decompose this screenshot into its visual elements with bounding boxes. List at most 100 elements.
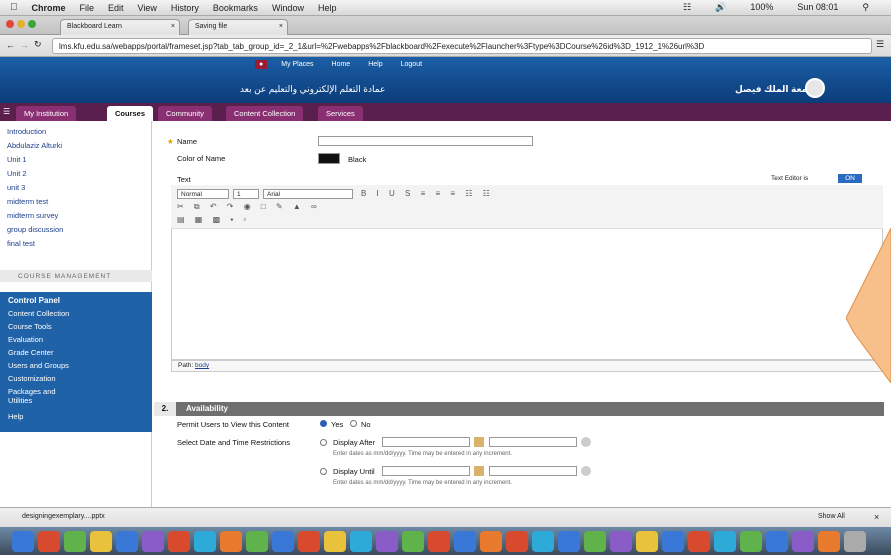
app-icon[interactable] [610,531,632,552]
cp-packages-utilities[interactable]: Packages and Utilities [8,387,78,405]
app-icon[interactable] [376,531,398,552]
course-item[interactable]: midterm survey [7,211,58,220]
download-file[interactable]: designingexemplary....pptx [22,513,105,520]
app-icon[interactable] [324,531,346,552]
logout-link[interactable]: Logout [397,60,426,69]
cp-content-collection[interactable]: Content Collection [8,309,69,318]
close-icon[interactable]: × [874,512,879,522]
app-icon[interactable] [818,531,840,552]
app-icon[interactable] [38,531,60,552]
display-until-time[interactable] [489,466,577,476]
name-input[interactable] [318,136,533,146]
home-link[interactable]: Home [328,60,355,69]
cp-evaluation[interactable]: Evaluation [8,335,43,344]
menu-history[interactable]: History [171,3,199,13]
cp-users-groups[interactable]: Users and Groups [8,361,69,370]
course-item[interactable]: Introduction [7,127,46,136]
apple-icon[interactable]:  [10,2,18,13]
close-tab-icon[interactable]: × [279,23,283,30]
size-select[interactable]: 1 [233,189,259,199]
forward-icon[interactable]: → [20,40,29,50]
app-icon[interactable] [740,531,762,552]
course-item[interactable]: unit 3 [7,183,25,192]
app-icon[interactable] [584,531,606,552]
insert-buttons[interactable]: ▤ ▦ ▩ ▪ ▫ [177,215,250,224]
close-tab-icon[interactable]: × [171,23,175,30]
menu-bookmarks[interactable]: Bookmarks [213,3,258,13]
minimize-window-button[interactable] [17,20,25,28]
app-icon[interactable] [298,531,320,552]
display-after-time[interactable] [489,437,577,447]
app-icon[interactable] [272,531,294,552]
app-icon[interactable] [168,531,190,552]
format-buttons[interactable]: B I U S ≡ ≡ ≡ ☷ ☷ [361,189,494,198]
clock[interactable]: Sun 08:01 [797,2,838,13]
menu-app-name[interactable]: Chrome [32,3,66,13]
menu-window[interactable]: Window [272,3,304,13]
cp-course-tools[interactable]: Course Tools [8,322,52,331]
trash-icon[interactable] [844,531,866,552]
course-item[interactable]: group discussion [7,225,63,234]
menu-edit[interactable]: Edit [108,3,124,13]
edit-buttons[interactable]: ✂ ⧉ ↶ ↷ ◉ □ ✎ ▲ ∞ [177,202,321,212]
app-icon[interactable] [792,531,814,552]
app-icon[interactable] [402,531,424,552]
permit-yes-radio[interactable] [320,420,327,427]
course-item[interactable]: Unit 2 [7,169,27,178]
display-until-checkbox[interactable] [320,468,327,475]
app-icon[interactable] [194,531,216,552]
tab-community[interactable]: Community [158,106,212,121]
display-until-date[interactable] [382,466,470,476]
url-bar[interactable]: lms.kfu.edu.sa/webapps/portal/frameset.j… [52,38,872,54]
cp-grade-center[interactable]: Grade Center [8,348,53,357]
show-all-button[interactable]: Show All [818,513,845,520]
app-icon[interactable] [116,531,138,552]
menu-view[interactable]: View [138,3,157,13]
my-places-link[interactable]: My Places [277,60,317,69]
tab-my-institution[interactable]: My Institution [16,106,77,121]
path-body-link[interactable]: body [195,362,209,369]
app-icon[interactable] [714,531,736,552]
display-after-checkbox[interactable] [320,439,327,446]
close-window-button[interactable] [6,20,14,28]
volume-icon[interactable]: 🔊 [715,2,726,13]
battery-status[interactable]: 100% [750,2,773,13]
clock-icon[interactable] [581,466,591,476]
reload-icon[interactable]: ↻ [34,39,42,50]
app-icon[interactable] [558,531,580,552]
permit-no-radio[interactable] [350,420,357,427]
app-icon[interactable] [220,531,242,552]
course-item[interactable]: Abdulaziz Alturki [7,141,62,150]
app-icon[interactable] [428,531,450,552]
app-icon[interactable] [506,531,528,552]
app-icon[interactable] [90,531,112,552]
menu-help[interactable]: Help [318,3,337,13]
control-panel-title[interactable]: Control Panel [8,296,60,305]
display-after-date[interactable] [382,437,470,447]
cp-help[interactable]: Help [8,412,23,421]
format-select[interactable]: Normal [177,189,229,199]
expand-icon[interactable]: ☰ [3,107,10,116]
tab-services[interactable]: Services [318,106,363,121]
app-icon[interactable] [532,531,554,552]
app-icon[interactable] [246,531,268,552]
app-icon[interactable] [64,531,86,552]
cp-customization[interactable]: Customization [8,374,56,383]
app-icon[interactable] [688,531,710,552]
course-item[interactable]: final test [7,239,35,248]
tab-courses[interactable]: Courses [107,106,154,121]
search-icon[interactable]: ⚲ [862,2,869,13]
font-select[interactable]: Arial [263,189,353,199]
app-icon[interactable] [480,531,502,552]
calendar-icon[interactable] [474,466,484,476]
app-icon[interactable] [142,531,164,552]
app-icon[interactable] [350,531,372,552]
text-editor-toggle[interactable]: ON [838,174,862,183]
app-icon[interactable] [766,531,788,552]
browser-menu-icon[interactable]: ☰ [876,39,884,50]
zoom-window-button[interactable] [28,20,36,28]
browser-tab-blackboard[interactable]: Blackboard Learn × [60,19,180,35]
app-icon[interactable] [636,531,658,552]
course-item[interactable]: Unit 1 [7,155,27,164]
tab-content-collection[interactable]: Content Collection [226,106,304,121]
